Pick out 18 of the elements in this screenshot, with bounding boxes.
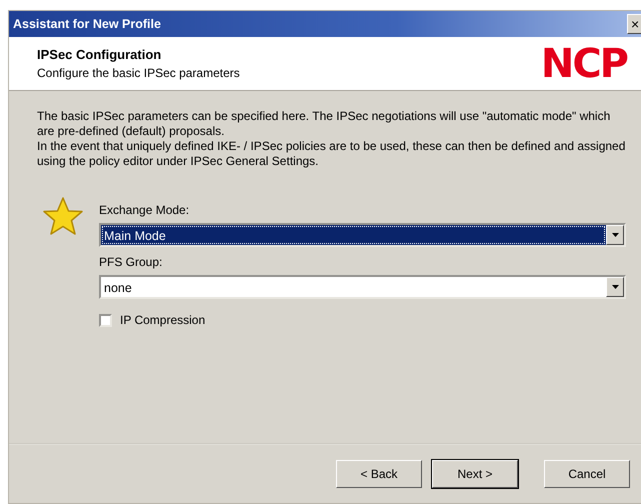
window-title: Assistant for New Profile [13,16,161,33]
wizard-button[interactable]: Cancel [544,460,630,488]
page-title: IPSec Configuration [37,46,162,64]
wizard-button[interactable]: Next > [432,460,518,488]
wizard-button[interactable]: < Back [336,460,422,488]
dropdown-arrow-icon[interactable] [612,233,618,237]
checkbox[interactable] [99,314,112,326]
dropdown-arrow-icon[interactable] [612,285,618,289]
close-button[interactable]: × [627,14,641,34]
description-text: In the event that uniquely defined IKE- / IPSec policies are to be used, these can then be defined and assigned using the policy editor under IPSec General Settings. [37,139,626,169]
logo: NCP [540,44,627,84]
dropdown-field[interactable]: Main Mode [99,223,626,247]
field-label: Exchange Mode: [99,202,190,219]
page-subtitle: Configure the basic IPSec parameters [37,65,240,82]
description-text: The basic IPSec parameters can be specified here. The IPSec negotiations will use "automatic mode" which are pre-defined (default) proposals. [37,109,612,139]
field-label: PFS Group: [99,254,164,271]
checkbox-label: IP Compression [120,312,206,329]
dropdown-field[interactable]: none [99,275,626,299]
